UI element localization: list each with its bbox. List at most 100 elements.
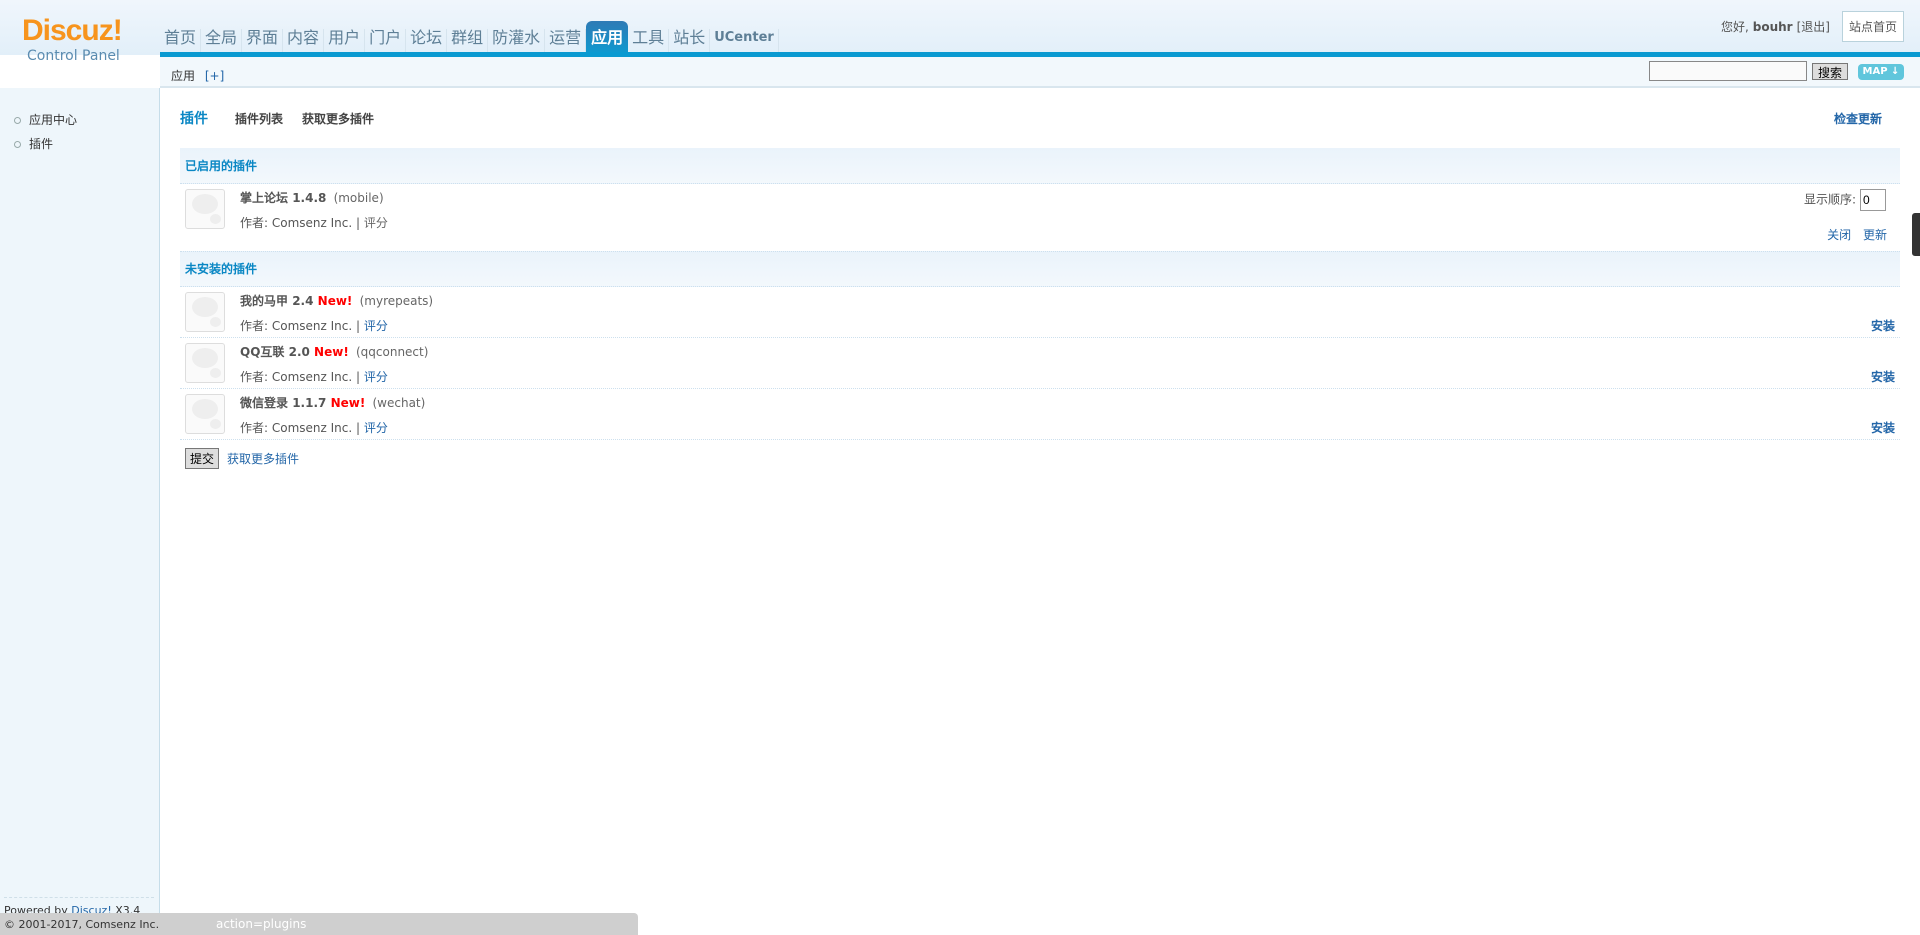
plugin-row: 微信登录 1.1.7 New! (wechat) 作者: Comsenz Inc… [180, 389, 1900, 440]
plugin-author: 作者: Comsenz Inc. | 评分 [240, 214, 388, 231]
plugin-author: 作者: Comsenz Inc. | 评分 [240, 419, 388, 436]
user-bar: 您好, bouhr [退出] 站点首页 [1721, 11, 1904, 42]
logo-subtitle: Control Panel [27, 48, 120, 64]
nav-tab-13[interactable]: UCenter [710, 29, 779, 54]
plugin-icon [185, 343, 225, 383]
author-text: 作者: Comsenz Inc. [240, 319, 353, 333]
close-plugin-link[interactable]: 关闭 [1827, 228, 1851, 242]
uninstalled-plugins-heading: 未安装的插件 [180, 251, 1900, 287]
nav-tab-9[interactable]: 运营 [545, 29, 587, 54]
plugin-name: 微信登录 [240, 396, 289, 410]
nav-tab-6[interactable]: 论坛 [406, 29, 448, 54]
plugin-icon [185, 394, 225, 434]
plugin-title: 我的马甲 2.4 New! (myrepeats) [240, 292, 433, 309]
sidebar-item-label: 应用中心 [29, 113, 78, 127]
plugin-version: 1.4.8 [292, 191, 327, 205]
get-more-plugins-link[interactable]: 获取更多插件 [227, 450, 299, 467]
sidebar: 应用中心 插件 Powered by Discuz! X3.4 [0, 88, 160, 935]
plugin-version: 2.4 [292, 294, 314, 308]
plugin-row: 我的马甲 2.4 New! (myrepeats) 作者: Comsenz In… [180, 287, 1900, 338]
plugin-actions: 关闭 更新 [1819, 226, 1887, 243]
plugin-name: 掌上论坛 [240, 191, 289, 205]
new-badge: New! [314, 345, 349, 359]
plugin-id: (myrepeats) [359, 294, 434, 308]
plugin-author: 作者: Comsenz Inc. | 评分 [240, 317, 388, 334]
copyright: © 2001-2017, Comsenz Inc. [4, 918, 160, 931]
tabs: 插件 插件列表 获取更多插件 检查更新 [180, 88, 1900, 148]
nav-tab-2[interactable]: 界面 [242, 29, 284, 54]
update-plugin-link[interactable]: 更新 [1863, 228, 1887, 242]
bullet-icon [14, 140, 21, 148]
plugin-title: 掌上论坛 1.4.8 (mobile) [240, 189, 384, 206]
sidebar-item-plugins[interactable]: 插件 [0, 132, 159, 156]
nav-tab-11[interactable]: 工具 [628, 29, 670, 54]
display-order-label: 显示顺序: [1803, 192, 1856, 207]
plugin-icon [185, 189, 225, 229]
nav-tab-5[interactable]: 门户 [365, 29, 407, 54]
tab-get-more[interactable]: 获取更多插件 [302, 110, 374, 127]
nav-tab-1[interactable]: 全局 [201, 29, 243, 54]
new-badge: New! [330, 396, 366, 410]
main-content: 插件 插件列表 获取更多插件 检查更新 已启用的插件 掌上论坛 1.4.8 (m… [180, 88, 1900, 469]
sub-bar: 应用 [+] 搜索 MAP ↓ [160, 57, 1920, 88]
check-update-link[interactable]: 检查更新 [1834, 110, 1882, 127]
sidebar-item-label: 插件 [29, 137, 54, 151]
plugin-title: 微信登录 1.1.7 New! (wechat) [240, 394, 425, 411]
nav-tab-7[interactable]: 群组 [447, 29, 489, 54]
install-link[interactable]: 安装 [1871, 419, 1895, 436]
greeting: 您好, [1720, 20, 1749, 34]
logo-brand: Discuz! [22, 14, 123, 47]
tab-plugins[interactable]: 插件 [180, 108, 208, 128]
plugin-name: QQ互联 [240, 345, 285, 359]
search-input[interactable] [1649, 61, 1807, 81]
nav-tab-12[interactable]: 站长 [669, 29, 711, 54]
install-link[interactable]: 安装 [1871, 368, 1895, 385]
new-badge: New! [317, 294, 353, 308]
username: bouhr [1752, 19, 1793, 34]
nav-tab-8[interactable]: 防灌水 [488, 29, 546, 54]
author-text: 作者: Comsenz Inc. [240, 421, 353, 435]
top-nav: 首页 全局 界面 内容 用户 门户 论坛 群组 防灌水 运营 应用 工具 站长 UCenter [160, 14, 779, 54]
plugin-name: 我的马甲 [240, 294, 289, 308]
plugin-row: QQ互联 2.0 New! (qqconnect) 作者: Comsenz In… [180, 338, 1900, 389]
separator: | [356, 421, 361, 435]
plugin-id: (wechat) [372, 396, 426, 410]
logout-link[interactable]: [退出] [1797, 18, 1830, 35]
rate-link[interactable]: 评分 [364, 319, 388, 333]
submit-area: 提交 获取更多插件 [180, 448, 1900, 469]
breadcrumb: 应用 [+] [171, 67, 224, 84]
uninstalled-plugin-list: 我的马甲 2.4 New! (myrepeats) 作者: Comsenz In… [180, 287, 1900, 440]
nav-tab-10[interactable]: 应用 [586, 21, 629, 54]
display-order: 显示顺序: [1804, 189, 1886, 211]
search-button[interactable]: 搜索 [1812, 63, 1848, 80]
rate-link[interactable]: 评分 [364, 216, 388, 230]
bullet-icon [14, 116, 21, 124]
plugin-icon [185, 292, 225, 332]
plugin-title: QQ互联 2.0 New! (qqconnect) [240, 343, 428, 360]
breadcrumb-current: 应用 [171, 69, 196, 83]
rate-link[interactable]: 评分 [364, 421, 388, 435]
nav-tab-3[interactable]: 内容 [283, 29, 325, 54]
separator: | [356, 319, 361, 333]
header: Discuz! Control Panel 首页 全局 界面 内容 用户 门户 论坛 群组 防灌… [0, 0, 1920, 64]
submit-button[interactable]: 提交 [185, 448, 220, 469]
plugin-author: 作者: Comsenz Inc. | 评分 [240, 368, 388, 385]
site-home-button[interactable]: 站点首页 [1841, 11, 1904, 42]
plugin-id: (mobile) [333, 191, 384, 205]
discuz-logo[interactable]: Discuz! Control Panel [22, 14, 142, 65]
rate-link[interactable]: 评分 [364, 370, 388, 384]
map-button[interactable]: MAP ↓ [1858, 64, 1904, 80]
author-text: 作者: Comsenz Inc. [240, 370, 353, 384]
side-widget-handle[interactable] [1912, 213, 1920, 256]
plugin-id: (qqconnect) [355, 345, 429, 359]
add-shortcut-link[interactable]: [+] [205, 69, 224, 83]
author-text: 作者: Comsenz Inc. [240, 216, 353, 230]
display-order-input[interactable] [1860, 189, 1886, 211]
sidebar-item-app-center[interactable]: 应用中心 [0, 108, 159, 132]
nav-tab-0[interactable]: 首页 [160, 29, 202, 54]
install-link[interactable]: 安装 [1871, 317, 1895, 334]
nav-tab-4[interactable]: 用户 [324, 29, 366, 54]
tab-plugin-list[interactable]: 插件列表 [235, 110, 283, 127]
plugin-version: 1.1.7 [292, 396, 327, 410]
enabled-plugins-heading: 已启用的插件 [180, 148, 1900, 184]
